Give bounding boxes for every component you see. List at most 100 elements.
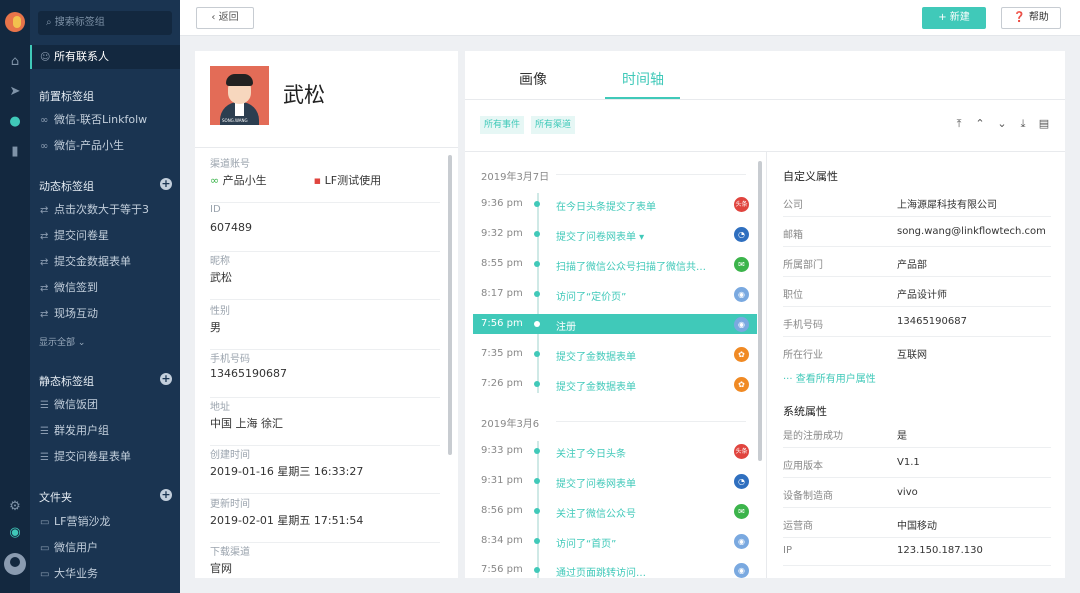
divider — [195, 147, 458, 148]
icon-rail: ⌂ ➤ ● ▮ ⚙ ◉ — [0, 0, 30, 593]
prop-key: 应用版本 — [783, 461, 823, 472]
see-all-props-link[interactable]: ··· 查看所有用户属性 — [783, 370, 876, 385]
chevron-left-icon: ‹ — [211, 12, 219, 23]
send-icon[interactable]: ➤ — [7, 84, 23, 100]
photo-collar — [235, 102, 244, 116]
back-button[interactable]: ‹ 返回 — [196, 7, 254, 29]
chat-icon[interactable]: ◉ — [7, 525, 23, 541]
timeline-row[interactable]: 8:56 pm 关注了微信公众号 ✉ — [473, 501, 757, 521]
gear-icon[interactable]: ⚙ — [7, 499, 23, 515]
timeline-row[interactable]: 9:33 pm 关注了今日头条 头条 — [473, 441, 757, 461]
prop-value: song.wang@linkflowtech.com — [897, 226, 1046, 237]
prop-value: vivo — [897, 487, 918, 498]
folder-item[interactable]: ▭ 大华业务 — [30, 562, 180, 586]
tag-item[interactable]: ∞ 微信-联否Linkfolw — [30, 108, 180, 132]
web-icon: ◉ — [734, 534, 749, 549]
timeline-row[interactable]: 9:32 pm 提交了问卷网表单 ▾ ◔ — [473, 224, 757, 244]
prop-key: 手机号码 — [783, 320, 823, 331]
home-icon[interactable]: ⌂ — [7, 54, 23, 70]
calendar-icon[interactable]: ▤ — [1037, 117, 1051, 131]
chart-icon[interactable]: ▮ — [7, 144, 23, 160]
back-label: 返回 — [218, 12, 239, 23]
search-icon: ⌕ — [46, 17, 55, 28]
tag-item[interactable]: ⇄ 提交金数据表单 — [30, 250, 180, 274]
prop-row: 所在行业 互联网 — [783, 337, 1051, 367]
weibo-icon: ▪ — [313, 174, 322, 187]
properties-panel: 自定义属性 公司 上海源犀科技有限公司 邮箱 song.wang@linkflowt… — [768, 151, 1065, 578]
tab-timeline[interactable]: 时间轴 — [622, 69, 664, 89]
event-desc: 提交了问卷网表单 ▾ — [556, 232, 645, 243]
user-avatar[interactable] — [4, 553, 26, 575]
event-desc: 访问了“首页” — [556, 539, 617, 550]
scroll-top-icon[interactable]: ⤒ — [952, 117, 966, 131]
timeline-row[interactable]: 8:55 pm 扫描了微信公众号扫描了微信共… ✉ — [473, 254, 757, 274]
chevron-down-icon[interactable]: ⌄ — [995, 117, 1009, 131]
field-label: 手机号码 — [210, 354, 250, 365]
channel-lf[interactable]: LF测试使用 — [325, 174, 381, 187]
tag-item[interactable]: ⇄ 提交问卷星 — [30, 224, 180, 248]
field-label: 性别 — [210, 306, 230, 317]
event-dot — [534, 478, 540, 484]
front-group-title: 前置标签组 — [39, 90, 94, 103]
profile-scrollbar[interactable] — [448, 155, 452, 455]
prop-row: 设备制造商 vivo — [783, 478, 1051, 508]
tag-label: 现场互动 — [54, 307, 98, 320]
timeline-row[interactable]: 7:56 pm 通过页面跳转访问… ◉ — [473, 560, 757, 578]
dynamic-group-title: 动态标签组 — [39, 180, 94, 193]
scroll-bottom-icon[interactable]: ⤓ — [1016, 117, 1030, 131]
add-static-icon[interactable]: + — [160, 373, 172, 385]
event-dot — [534, 351, 540, 357]
date-rule — [556, 174, 746, 175]
tag-item[interactable]: ⇄ 微信签到 — [30, 276, 180, 300]
timeline-row[interactable]: 9:36 pm 在今日头条提交了表单 头条 — [473, 194, 757, 214]
event-dot — [534, 448, 540, 454]
prop-value: 中国移动 — [897, 521, 937, 532]
tag-item[interactable]: ☰ 微信饭团 — [30, 393, 180, 417]
add-dynamic-icon[interactable]: + — [160, 178, 172, 190]
tag-item[interactable]: ∞ 微信-产品小生 — [30, 134, 180, 158]
field-label: ID — [210, 204, 221, 215]
event-desc: 提交了问卷网表单 — [556, 479, 636, 490]
timeline-row[interactable]: 7:35 pm 提交了金数据表单 ✿ — [473, 344, 757, 364]
tab-portrait[interactable]: 画像 — [519, 69, 547, 89]
date-header: 2019年3月6 — [481, 419, 540, 430]
chevron-up-icon[interactable]: ⌃ — [973, 117, 987, 131]
jinshuju-icon: ✿ — [734, 377, 749, 392]
refresh-icon: ⇄ — [40, 205, 49, 216]
app-logo[interactable] — [5, 12, 25, 32]
folder-label: 大华业务 — [54, 567, 98, 580]
prop-value: 互联网 — [897, 350, 927, 361]
custom-props-title: 自定义属性 — [783, 170, 838, 183]
timeline-row[interactable]: 9:31 pm 提交了问卷网表单 ◔ — [473, 471, 757, 491]
timeline-row[interactable]: 8:34 pm 访问了“首页” ◉ — [473, 531, 757, 551]
folder-item[interactable]: ▭ 微信用户 — [30, 536, 180, 560]
search-input[interactable]: ⌕ 搜索标签组 — [38, 11, 172, 35]
prop-row: 职位 产品设计师 — [783, 277, 1051, 307]
filter-channels[interactable]: 所有渠道 — [531, 116, 576, 134]
event-desc: 访问了“定价页” — [556, 292, 627, 303]
timeline-row[interactable]: 8:17 pm 访问了“定价页” ◉ — [473, 284, 757, 304]
nav-all-contacts[interactable]: ☺ 所有联系人 — [30, 45, 180, 69]
contacts-icon[interactable]: ● — [7, 114, 23, 130]
show-all-link[interactable]: 显示全部 ⌄ — [39, 335, 85, 348]
add-folder-icon[interactable]: + — [160, 489, 172, 501]
tag-item[interactable]: ☰ 群发用户组 — [30, 419, 180, 443]
timeline-row-selected[interactable]: 7:56 pm 注册 ◉ — [473, 314, 757, 334]
timeline-scrollbar[interactable] — [758, 161, 762, 461]
folder-item[interactable]: ▭ LF营销沙龙 — [30, 510, 180, 534]
timeline-row[interactable]: 7:26 pm 提交了金数据表单 ✿ — [473, 374, 757, 394]
field-label: 创建时间 — [210, 450, 250, 461]
channel-wechat[interactable]: 产品小生 — [223, 174, 267, 187]
field-value: 男 — [210, 321, 221, 334]
event-dot — [534, 508, 540, 514]
tag-item[interactable]: ⇄ 点击次数大于等于3 — [30, 198, 180, 222]
tag-item[interactable]: ☰ 提交问卷星表单 — [30, 445, 180, 469]
tag-item[interactable]: ⇄ 现场互动 — [30, 302, 180, 326]
new-button[interactable]: + 新建 — [922, 7, 986, 29]
filter-events[interactable]: 所有事件 — [480, 116, 525, 134]
event-time: 8:17 pm — [481, 288, 523, 299]
field-value: 2019-01-16 星期三 16:33:27 — [210, 465, 364, 478]
plus-icon: + — [938, 12, 950, 23]
nickname-field: 昵称 武松 — [210, 252, 440, 300]
help-button[interactable]: ❓ 帮助 — [1001, 7, 1061, 29]
